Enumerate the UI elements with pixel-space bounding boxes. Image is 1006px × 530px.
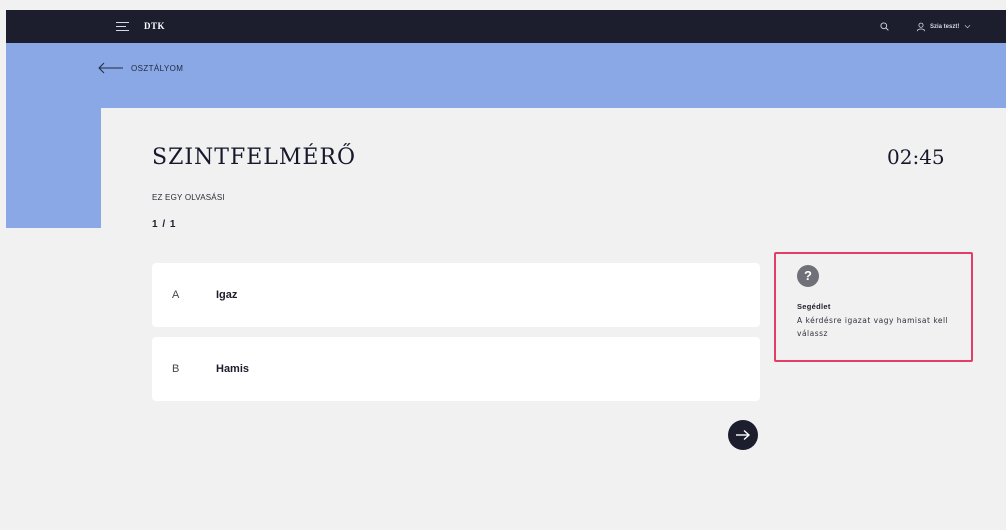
user-icon [916, 22, 926, 31]
answer-letter: A [172, 289, 180, 301]
menu-icon[interactable] [116, 21, 129, 32]
question-counter: 1 / 1 [152, 219, 177, 230]
search-icon[interactable] [880, 22, 889, 31]
help-panel: ? Segédlet A kérdésre igazat vagy hamisa… [774, 252, 973, 362]
back-link-label: OSZTÁLYOM [131, 63, 184, 73]
help-text: A kérdésre igazat vagy hamisat kell vála… [797, 316, 949, 338]
answer-option-a[interactable]: A Igaz [152, 263, 760, 327]
question-subtitle: EZ EGY OLVASÁSI [152, 193, 225, 202]
answer-option-b[interactable]: B Hamis [152, 337, 760, 401]
question-mark-icon: ? [797, 265, 819, 287]
answer-text: Igaz [216, 289, 238, 301]
arrow-right-icon [736, 429, 751, 441]
decorative-corner [6, 108, 101, 228]
chevron-down-icon [964, 24, 971, 29]
brand-logo[interactable]: DTK [144, 21, 165, 31]
help-title: Segédlet [797, 302, 831, 311]
user-name: Szia teszt! [930, 23, 960, 30]
top-navigation-bar: DTK Szia teszt! [6, 10, 1006, 43]
page-title: SZINTFELMÉRŐ [152, 145, 357, 170]
answer-letter: B [172, 363, 180, 375]
page-header-band [6, 43, 1006, 108]
user-menu[interactable]: Szia teszt! [916, 20, 971, 33]
arrow-left-icon [98, 62, 123, 74]
next-button[interactable] [728, 420, 758, 450]
back-link[interactable]: OSZTÁLYOM [98, 62, 183, 74]
countdown-timer: 02:45 [887, 145, 945, 169]
answer-text: Hamis [216, 363, 250, 375]
